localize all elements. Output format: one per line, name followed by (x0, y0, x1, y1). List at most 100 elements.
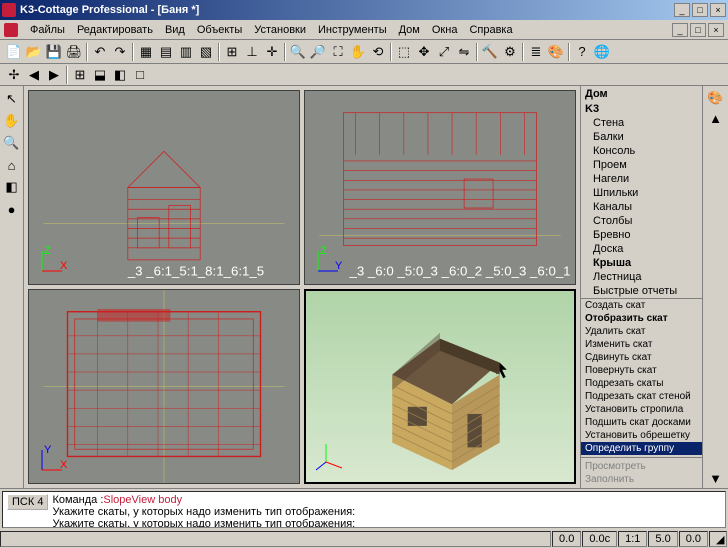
layer-icon[interactable]: ≣ (526, 42, 546, 62)
tree-item[interactable]: Балки (583, 130, 700, 144)
tree-item[interactable]: Нагели (583, 172, 700, 186)
menubar: ФайлыРедактироватьВидОбъектыУстановкиИнс… (0, 20, 728, 40)
tree-item[interactable]: Шпильки (583, 186, 700, 200)
tree-item[interactable]: Столбы (583, 214, 700, 228)
tree-item[interactable]: Быстрые отчеты (583, 284, 700, 298)
tree-root[interactable]: K3 (583, 102, 700, 116)
command-item[interactable]: Сдвинуть скат (581, 351, 702, 364)
command-line[interactable]: ПСК 4 Команда :SlopeView body Укажите ск… (2, 491, 726, 528)
tree-item-roof[interactable]: Крыша (583, 256, 700, 270)
grid4-icon[interactable]: ⊞ (70, 65, 90, 85)
sphere-icon[interactable]: ● (2, 199, 22, 219)
command-item[interactable]: Отобразить скат (581, 312, 702, 325)
command-item[interactable]: Установить стропила (581, 403, 702, 416)
titlebar: K3-Cottage Professional - [Баня *] _ □ × (0, 0, 728, 20)
command-item[interactable]: Повернуть скат (581, 364, 702, 377)
mdi-restore-button[interactable]: □ (690, 23, 706, 37)
main-toolbar: 📄📂💾🖨 ↶↷ ▦▤▥▧ ⊞⊥✛ 🔍🔎⛶✋⟲ ⬚✥⤢⇋ 🔨⚙ ≣🎨?🌐 (0, 40, 728, 64)
view3-icon[interactable]: ▥ (176, 42, 196, 62)
command-item[interactable]: Подрезать скаты (581, 377, 702, 390)
print-icon[interactable]: 🖨 (64, 42, 84, 62)
window-controls: _ □ × (674, 3, 726, 17)
mdi-close-button[interactable]: × (708, 23, 724, 37)
snap-icon[interactable]: ✛ (262, 42, 282, 62)
zoom-in-icon[interactable]: 🔍 (288, 42, 308, 62)
mirror-icon[interactable]: ⇋ (454, 42, 474, 62)
menu-справка[interactable]: Справка (463, 22, 518, 38)
tree-item[interactable]: Проем (583, 158, 700, 172)
arrow-left-icon[interactable]: ◀ (24, 65, 44, 85)
menu-файлы[interactable]: Файлы (24, 22, 71, 38)
hammer-icon[interactable]: 🔨 (480, 42, 500, 62)
command-item[interactable]: Удалить скат (581, 325, 702, 338)
arrow-right-icon[interactable]: ▶ (44, 65, 64, 85)
tree-item[interactable]: Бревно (583, 228, 700, 242)
compass-icon[interactable]: ✢ (4, 65, 24, 85)
command-item[interactable]: Подшить скат досками (581, 416, 702, 429)
fit-icon[interactable]: ⛶ (328, 42, 348, 62)
status-coord2: 0.0c (582, 531, 617, 547)
grid-icon[interactable]: ⊞ (222, 42, 242, 62)
command-item-disabled[interactable]: Просмотреть (581, 460, 702, 473)
globe-icon[interactable]: 🌐 (592, 42, 612, 62)
help-icon[interactable]: ? (572, 42, 592, 62)
save-icon[interactable]: 💾 (44, 42, 64, 62)
gear-icon[interactable]: ⚙ (500, 42, 520, 62)
maximize-button[interactable]: □ (692, 3, 708, 17)
view4-icon[interactable]: ▧ (196, 42, 216, 62)
menu-редактировать[interactable]: Редактировать (71, 22, 159, 38)
move-icon[interactable]: ✥ (414, 42, 434, 62)
command-item[interactable]: Подрезать скат стеной (581, 390, 702, 403)
grid1-icon[interactable]: □ (130, 65, 150, 85)
viewport-front[interactable]: _3 _6:1_5:1_8:1_6:1_5 ZX (28, 90, 300, 285)
scroll-down-button[interactable]: ▼ (706, 468, 726, 488)
home-icon[interactable]: ⌂ (2, 155, 22, 175)
svg-text:_3 _6:1_5:1_8:1_6:1_5: _3 _6:1_5:1_8:1_6:1_5 (127, 264, 264, 279)
color-icon[interactable]: 🎨 (546, 42, 566, 62)
menu-установки[interactable]: Установки (248, 22, 312, 38)
command-item-disabled[interactable]: Заполнить (581, 473, 702, 486)
scale-icon[interactable]: ⤢ (434, 42, 454, 62)
menu-дом[interactable]: Дом (393, 22, 426, 38)
ortho-icon[interactable]: ⊥ (242, 42, 262, 62)
redo-icon[interactable]: ↷ (110, 42, 130, 62)
open-icon[interactable]: 📂 (24, 42, 44, 62)
close-button[interactable]: × (710, 3, 726, 17)
hand-icon[interactable]: ✋ (2, 111, 22, 131)
command-item-selected[interactable]: Определить группу (581, 442, 702, 455)
tree-item[interactable]: Лестница (583, 270, 700, 284)
view1-icon[interactable]: ▦ (136, 42, 156, 62)
pan-icon[interactable]: ✋ (348, 42, 368, 62)
palette-icon[interactable]: 🎨 (706, 88, 726, 108)
menu-вид[interactable]: Вид (159, 22, 191, 38)
command-item[interactable]: Создать скат (581, 299, 702, 312)
grid2v-icon[interactable]: ◧ (110, 65, 130, 85)
tree-item[interactable]: Стена (583, 116, 700, 130)
menu-окна[interactable]: Окна (426, 22, 464, 38)
command-item[interactable]: Установить обрешетку (581, 429, 702, 442)
tree-item[interactable]: Консоль (583, 144, 700, 158)
mdi-minimize-button[interactable]: _ (672, 23, 688, 37)
undo-icon[interactable]: ↶ (90, 42, 110, 62)
status-scale2: 0.0 (679, 531, 708, 547)
zoom-out-icon[interactable]: 🔎 (308, 42, 328, 62)
rotate-icon[interactable]: ⟲ (368, 42, 388, 62)
viewport-3d[interactable] (304, 289, 576, 484)
grid2h-icon[interactable]: ⬓ (90, 65, 110, 85)
new-icon[interactable]: 📄 (4, 42, 24, 62)
viewport-plan[interactable]: YX (28, 289, 300, 484)
scroll-up-button[interactable]: ▲ (706, 108, 726, 128)
menu-объекты[interactable]: Объекты (191, 22, 248, 38)
tree-item[interactable]: Каналы (583, 200, 700, 214)
viewport-side[interactable]: _3 _6:0 _5:0_3 _6:0_2 _5:0_3 _6:0_1 ZY (304, 90, 576, 285)
cube-icon[interactable]: ◧ (2, 177, 22, 197)
cursor-icon[interactable]: ↖ (2, 89, 22, 109)
status-resize-grip: ◢ (709, 531, 727, 547)
command-item[interactable]: Изменить скат (581, 338, 702, 351)
tree-item[interactable]: Доска (583, 242, 700, 256)
view2-icon[interactable]: ▤ (156, 42, 176, 62)
menu-инструменты[interactable]: Инструменты (312, 22, 393, 38)
magnify-icon[interactable]: 🔍 (2, 133, 22, 153)
select-icon[interactable]: ⬚ (394, 42, 414, 62)
minimize-button[interactable]: _ (674, 3, 690, 17)
